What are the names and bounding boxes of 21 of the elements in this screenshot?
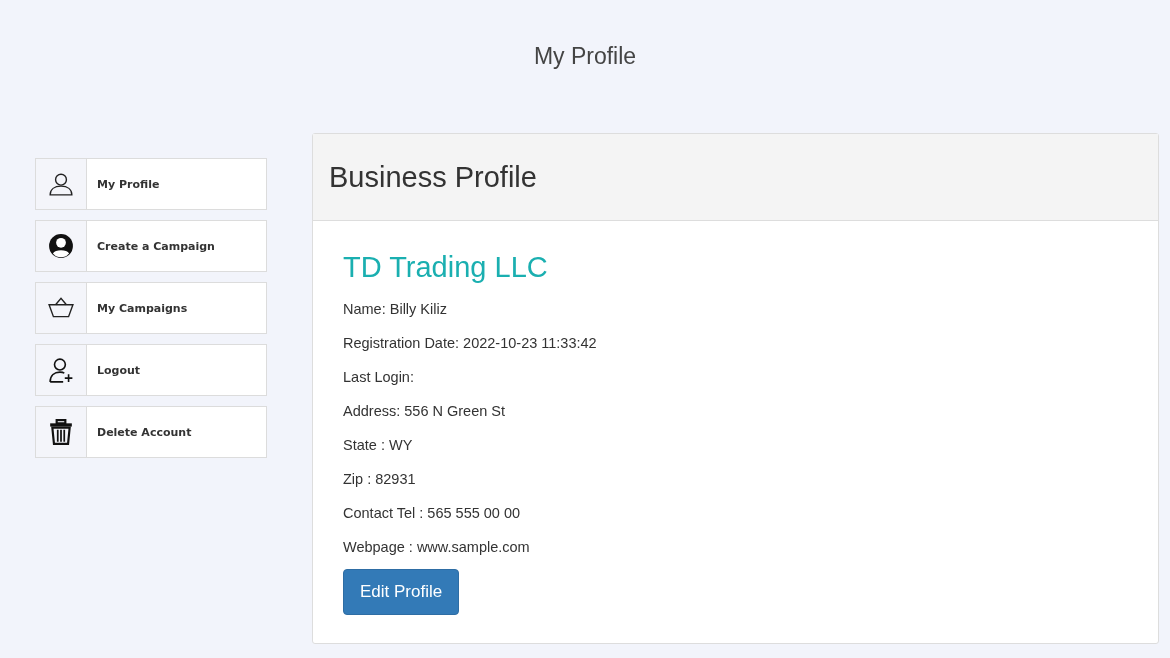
sidebar-item[interactable]: My Campaigns: [35, 282, 267, 334]
sidebar-item[interactable]: My Profile: [35, 158, 267, 210]
person-icon: [48, 171, 74, 197]
edit-profile-button[interactable]: Edit Profile: [343, 569, 460, 615]
profile-detail: State : WY: [343, 436, 413, 455]
profile-detail: Webpage : www.sample.com: [343, 538, 530, 557]
card-title: Business Profile: [329, 160, 537, 194]
profile-detail: Name: Billy Kiliz: [343, 300, 447, 319]
sidebar-item[interactable]: Create a Campaign: [35, 220, 267, 272]
sidebar-item[interactable]: Logout: [35, 344, 267, 396]
user-circle-icon: [48, 233, 74, 259]
page-title: My Profile: [532, 42, 638, 71]
trash-icon: [48, 419, 74, 445]
add-user-icon: [48, 357, 74, 383]
profile-detail: Address: 556 N Green St: [343, 402, 505, 421]
profile-detail: Zip : 82931: [343, 470, 416, 489]
company-name: TD Trading LLC: [343, 251, 548, 284]
profile-detail: Last Login:: [343, 368, 414, 387]
sidebar-item[interactable]: Delete Account: [35, 406, 267, 458]
profile-detail: Contact Tel : 565 555 00 00: [343, 504, 521, 523]
profile-detail: Registration Date: 2022-10-23 11:33:42: [343, 334, 597, 353]
